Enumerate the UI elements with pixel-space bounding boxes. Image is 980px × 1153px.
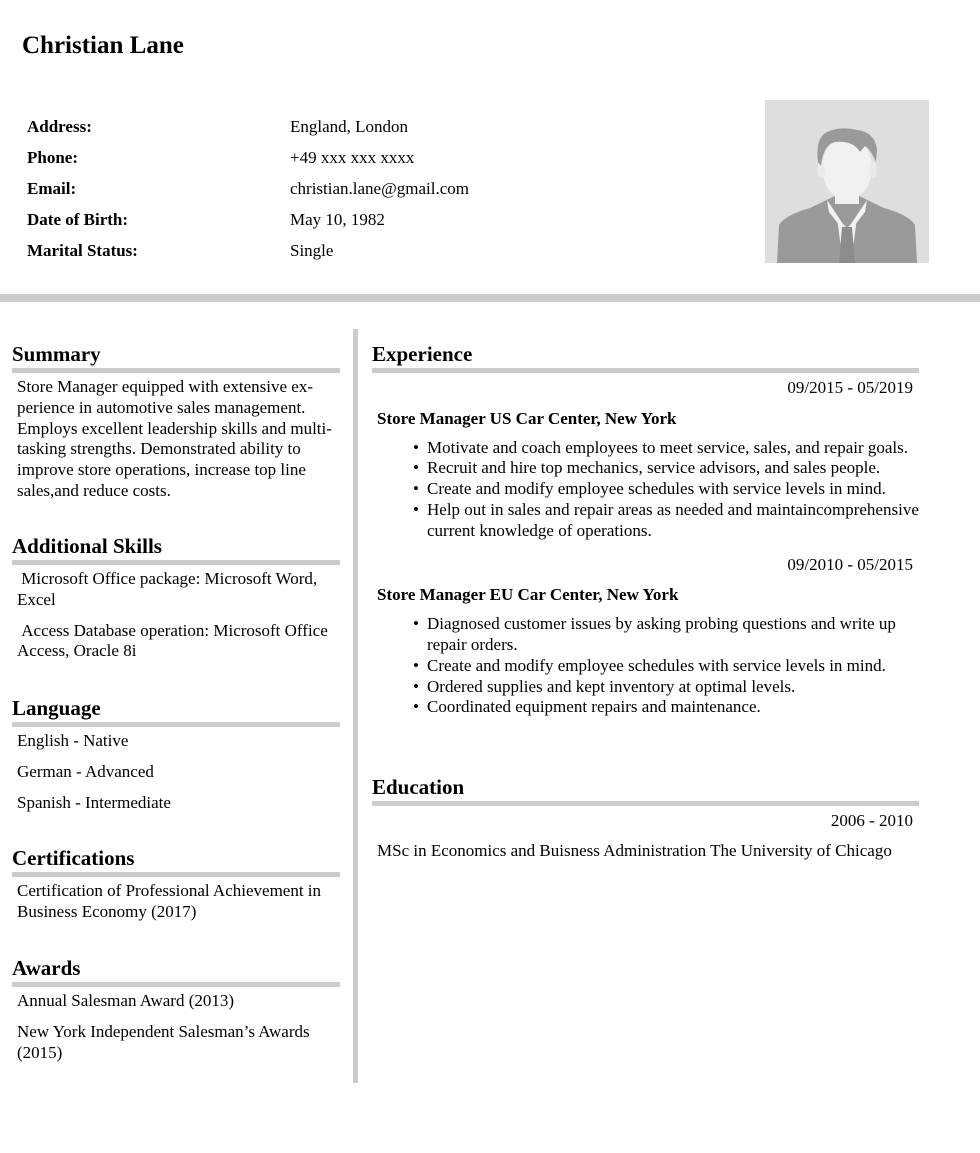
award-item: Annual Salesman Award (2013) (17, 991, 235, 1010)
language-item: German - Advanced (17, 761, 154, 781)
experience-section: Experience 09/2015 - 05/2019 Store Manag… (372, 340, 919, 773)
education-dates: 2006 - 2010 (830, 811, 913, 830)
certification-item: Certification of Professional Achievemen… (17, 881, 322, 921)
section-title-experience: Experience (372, 340, 919, 373)
job-entry: 09/2010 - 05/2015 Store Manager EU Car C… (372, 555, 919, 719)
job-dates: 09/2010 - 05/2015 (787, 554, 913, 574)
job-bullet: Coordinated equipment repairs and mainte… (413, 697, 919, 718)
awards-section: Awards Annual Salesman Award (2013) New … (12, 954, 340, 1063)
education-section: Education 2006 - 2010 MSc in Economics a… (372, 773, 919, 862)
job-dates: 09/2015 - 05/2019 (787, 378, 913, 397)
job-bullet: Create and modify employee schedules wit… (413, 479, 919, 500)
section-title-language: Language (12, 694, 340, 727)
column-divider (353, 329, 358, 1083)
info-value: +49 xxx xxx xxxx (290, 148, 415, 168)
skills-section: Additional Skills Microsoft Office packa… (12, 532, 340, 694)
section-title-summary: Summary (12, 340, 340, 373)
avatar-placeholder-icon (765, 100, 929, 263)
info-value: christian.lane@gmail.com (290, 178, 469, 198)
job-bullet: Ordered supplies and kept inventory at o… (413, 677, 919, 698)
info-row-dob: Date of Birth: May 10, 1982 (27, 204, 469, 235)
info-label: Phone: (27, 148, 78, 168)
language-item: Spanish - Intermediate (17, 792, 171, 812)
info-value: May 10, 1982 (290, 209, 385, 229)
job-bullets: Diagnosed customer issues by asking prob… (413, 614, 919, 718)
section-title-additional-skills: Additional Skills (12, 532, 340, 565)
job-bullet: Motivate and coach employees to meet ser… (413, 438, 919, 459)
job-bullets: Motivate and coach employees to meet ser… (413, 438, 919, 542)
info-row-email: Email: christian.lane@gmail.com (27, 174, 469, 205)
job-bullet: Diagnosed customer issues by asking prob… (413, 614, 919, 656)
info-row-address: Address: England, London (27, 112, 469, 143)
award-item: New York Independent Salesman’s Awards (… (17, 1021, 310, 1062)
personal-info-table: Address: England, London Phone: +49 xxx … (27, 112, 469, 266)
job-bullet: Help out in sales and repair areas as ne… (413, 500, 919, 542)
summary-text: Store Manager equipped with extensive ex… (17, 377, 332, 500)
job-bullet: Recruit and hire top mechanics, service … (413, 458, 919, 479)
profile-photo (765, 100, 929, 263)
language-section: Language English - Native German - Advan… (12, 694, 340, 844)
section-title-certifications: Certifications (12, 844, 340, 877)
info-label: Date of Birth: (27, 209, 129, 229)
header-divider (0, 294, 980, 302)
info-label: Marital Status: (27, 240, 138, 260)
info-value: Single (290, 240, 334, 260)
candidate-name: Christian Lane (22, 32, 184, 59)
skill-item: Microsoft Office package: Microsoft Word… (17, 569, 322, 609)
section-title-awards: Awards (12, 954, 340, 987)
job-bullet: Create and modify employee schedules wit… (413, 656, 919, 677)
left-column: Summary Store Manager equipped with exte… (12, 340, 340, 1063)
info-label: Email: (27, 178, 77, 198)
job-title: Store Manager EU Car Center, New York (377, 585, 679, 605)
job-entry: 09/2015 - 05/2019 Store Manager US Car C… (372, 378, 919, 542)
section-title-education: Education (372, 773, 919, 806)
education-text: MSc in Economics and Buisness Administra… (377, 840, 892, 860)
info-label: Address: (27, 117, 92, 137)
language-item: English - Native (17, 731, 129, 750)
info-row-phone: Phone: +49 xxx xxx xxxx (27, 143, 469, 174)
info-row-marital-status: Marital Status: Single (27, 235, 469, 266)
certifications-section: Certifications Certification of Professi… (12, 844, 340, 954)
info-value: England, London (290, 117, 409, 137)
right-column: Experience 09/2015 - 05/2019 Store Manag… (372, 340, 919, 862)
summary-section: Summary Store Manager equipped with exte… (12, 340, 340, 532)
skill-item: Access Database operation: Microsoft Of­… (17, 620, 332, 661)
job-title: Store Manager US Car Center, New York (377, 408, 677, 428)
